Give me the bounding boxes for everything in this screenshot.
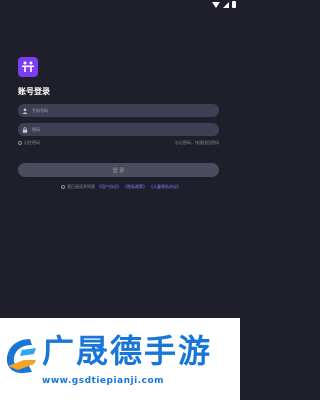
wifi-icon: [212, 1, 220, 8]
status-bar: [0, 0, 240, 10]
login-screen: 账号登录 记住密码 忘记密码，快速找回密码 登 录 我已阅读并同意 《用户协议》…: [0, 0, 240, 318]
watermark-url: www.gsdtiepianji.com: [42, 376, 165, 386]
password-field[interactable]: [18, 123, 219, 136]
page-title: 账号登录: [18, 87, 50, 96]
agreement-row: 我已阅读并同意 《用户协议》 《隐私政策》 《儿童隐私协议》: [61, 184, 181, 190]
remember-label: 记住密码: [24, 140, 40, 145]
forgot-password-link[interactable]: 忘记密码，快速找回密码: [175, 140, 219, 146]
watermark-title: 广晟德手游: [42, 332, 213, 370]
user-agreement-link[interactable]: 《用户协议》: [97, 184, 121, 190]
lock-icon: [20, 126, 30, 133]
battery-icon: [232, 1, 236, 8]
signal-icon: [223, 1, 229, 8]
password-input[interactable]: [30, 124, 212, 135]
agree-prefix: 我已阅读并同意: [67, 184, 95, 189]
child-privacy-link[interactable]: 《儿童隐私协议》: [149, 184, 181, 190]
phone-input[interactable]: [30, 105, 212, 116]
privacy-policy-link[interactable]: 《隐私政策》: [123, 184, 147, 190]
status-icons: [212, 1, 236, 8]
user-icon: [20, 108, 30, 114]
login-options: 记住密码 忘记密码，快速找回密码: [18, 140, 219, 148]
stick-figures-logo-icon: [22, 61, 34, 72]
remember-radio[interactable]: [18, 141, 22, 145]
remember-password-toggle[interactable]: 记住密码: [18, 140, 40, 146]
phone-field[interactable]: [18, 104, 219, 117]
agree-radio[interactable]: [61, 185, 65, 189]
watermark-logo-icon: [6, 339, 36, 374]
login-button[interactable]: 登 录: [18, 163, 219, 177]
app-logo-icon: [18, 57, 38, 77]
